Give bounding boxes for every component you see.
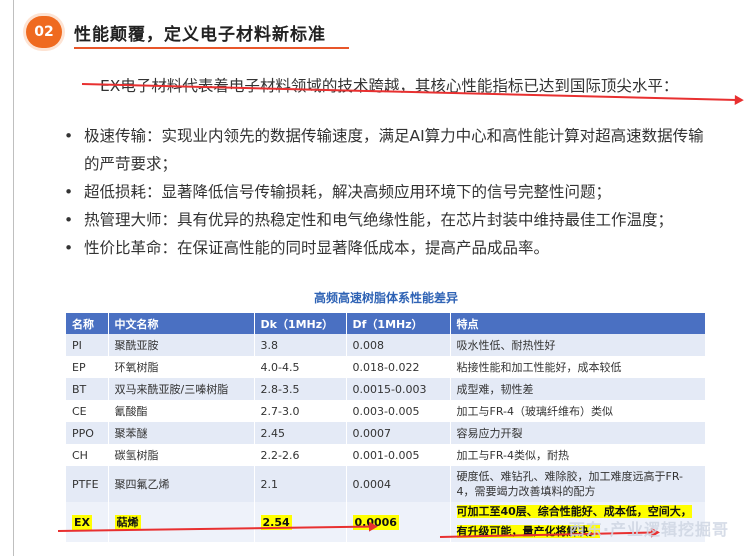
- left-margin-line: [13, 0, 14, 556]
- bullet-marker: •: [64, 127, 74, 145]
- header-cell: Df（1MHz）: [346, 313, 451, 334]
- cell-name: EX: [72, 514, 92, 530]
- bullet-marker: •: [64, 211, 74, 229]
- bullet-marker: •: [64, 239, 74, 257]
- cell-dk: 2.1: [254, 466, 347, 502]
- cell-feature: 加工与FR-4（玻璃纤维布）类似: [450, 400, 706, 422]
- table-row: EP 环氧树脂 4.0-4.5 0.018-0.022 粘接性能和加工性能好，成…: [66, 356, 706, 378]
- watermark: 西东·产业逻辑挖掘哥: [568, 520, 729, 539]
- cell-cn: 聚酰亚胺: [108, 334, 255, 356]
- header-cell: Dk（1MHz）: [254, 313, 347, 334]
- table-row: PTFE 聚四氟乙烯 2.1 0.0004 硬度低、难钻孔、难除胶，加工难度远高…: [66, 466, 706, 502]
- list-item: • 极速传输：实现业内领先的数据传输速度，满足AI算力中心和高性能计算对超高速数据…: [62, 122, 717, 178]
- cell-name: PI: [66, 334, 109, 356]
- header-cell: 中文名称: [108, 313, 255, 334]
- cell-cn: 双马来酰亚胺/三嗪树脂: [108, 378, 255, 400]
- cell-feature: 成型难，韧性差: [450, 378, 706, 400]
- bullet-text: 性价比革命：在保证高性能的同时显著降低成本，提高产品成品率。: [84, 239, 550, 257]
- cell-name: BT: [66, 378, 109, 400]
- cell-cn: 聚苯醚: [108, 422, 255, 444]
- table-header-row: 名称 中文名称 Dk（1MHz） Df（1MHz） 特点: [66, 313, 706, 334]
- cell-feature: 硬度低、难钻孔、难除胶，加工难度远高于FR-4，需要竭力改善填料的配方: [450, 466, 706, 502]
- cell-cn: 环氧树脂: [108, 356, 255, 378]
- header-cell: 名称: [66, 313, 109, 334]
- bullet-text: 极速传输：实现业内领先的数据传输速度，满足AI算力中心和高性能计算对超高速数据传…: [84, 127, 704, 173]
- table-row: PPO 聚苯醚 2.45 0.0007 容易应力开裂: [66, 422, 706, 444]
- bullet-text: 热管理大师：具有优异的热稳定性和电气绝缘性能，在芯片封装中维持最佳工作温度；: [84, 211, 674, 229]
- cell-feature: 加工与FR-4类似，耐热: [450, 444, 706, 466]
- cell-df: 0.003-0.005: [346, 400, 451, 422]
- cell-name: PPO: [66, 422, 109, 444]
- cell-dk: 4.0-4.5: [254, 356, 347, 378]
- list-item: • 超低损耗：显著降低信号传输损耗，解决高频应用环境下的信号完整性问题；: [62, 178, 717, 206]
- cell-cn: 萜烯: [114, 515, 141, 530]
- cell-cn: 碳氢树脂: [108, 444, 255, 466]
- bullet-text: 超低损耗：显著降低信号传输损耗，解决高频应用环境下的信号完整性问题；: [84, 183, 612, 201]
- cell-feature: 容易应力开裂: [450, 422, 706, 444]
- cell-df: 0.001-0.005: [346, 444, 451, 466]
- cell-df: 0.0007: [346, 422, 451, 444]
- cell-feature: 粘接性能和加工性能好，成本较低: [450, 356, 706, 378]
- table-title: 高频高速树脂体系性能差异: [313, 291, 458, 305]
- cell-cn: 聚四氟乙烯: [108, 466, 255, 502]
- table-row: PI 聚酰亚胺 3.8 0.008 吸水性低、耐热性好: [66, 334, 706, 356]
- cell-name: CE: [66, 400, 109, 422]
- resin-comparison-table: 名称 中文名称 Dk（1MHz） Df（1MHz） 特点 PI 聚酰亚胺 3.8…: [66, 313, 706, 542]
- table-row: CH 碳氢树脂 2.2-2.6 0.001-0.005 加工与FR-4类似，耐热: [66, 444, 706, 466]
- bullet-marker: •: [64, 183, 74, 201]
- cell-df: 0.008: [346, 334, 451, 356]
- feature-list: • 极速传输：实现业内领先的数据传输速度，满足AI算力中心和高性能计算对超高速数据…: [62, 122, 717, 262]
- cell-name: CH: [66, 444, 109, 466]
- table-row: CE 氰酸酯 2.7-3.0 0.003-0.005 加工与FR-4（玻璃纤维布…: [66, 400, 706, 422]
- cell-feature: 吸水性低、耐热性好: [450, 334, 706, 356]
- section-number-badge: 02: [26, 16, 62, 48]
- title-underline: [74, 47, 349, 49]
- list-item: • 热管理大师：具有优异的热稳定性和电气绝缘性能，在芯片封装中维持最佳工作温度；: [62, 206, 717, 234]
- list-item: • 性价比革命：在保证高性能的同时显著降低成本，提高产品成品率。: [62, 234, 717, 262]
- table-row: BT 双马来酰亚胺/三嗪树脂 2.8-3.5 0.0015-0.003 成型难，…: [66, 378, 706, 400]
- cell-dk: 2.8-3.5: [254, 378, 347, 400]
- cell-name: EP: [66, 356, 109, 378]
- cell-dk: 2.45: [254, 422, 347, 444]
- cell-df: 0.0004: [346, 466, 451, 502]
- cell-df: 0.0015-0.003: [346, 378, 451, 400]
- cell-cn: 氰酸酯: [108, 400, 255, 422]
- cell-dk: 2.2-2.6: [254, 444, 347, 466]
- cell-name: PTFE: [66, 466, 109, 502]
- cell-dk: 2.7-3.0: [254, 400, 347, 422]
- section-title: 性能颠覆，定义电子材料新标准: [74, 25, 326, 45]
- cell-dk: 3.8: [254, 334, 347, 356]
- header-cell: 特点: [450, 313, 706, 334]
- cell-df: 0.018-0.022: [346, 356, 451, 378]
